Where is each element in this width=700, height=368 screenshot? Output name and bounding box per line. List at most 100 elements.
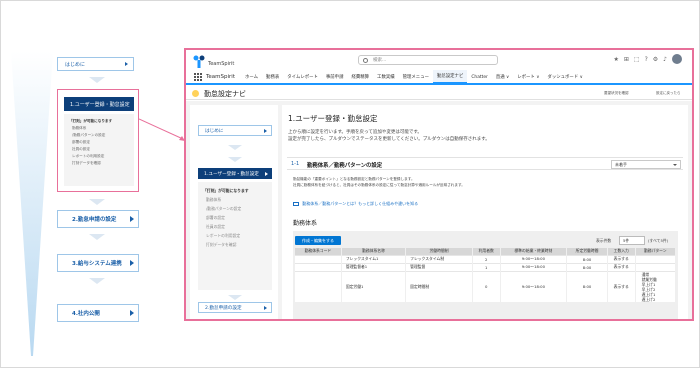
note-line: 社員に勤務体系を紐づけると、社員はその勤務体系の設定に従って勤怠計算や適用ルール…	[293, 183, 465, 187]
cell-name: フレックスタイム1	[341, 254, 407, 263]
help-link-text: 勤務体系／勤務パターンとは？もっと詳しく仕組みや違いを知る	[302, 201, 419, 206]
gear-icon[interactable]: ⚙	[653, 56, 658, 64]
nav-item-timereport[interactable]: タイムレポート	[283, 70, 322, 84]
status-select[interactable]: 未着手	[611, 160, 681, 169]
chevron-right-icon	[130, 310, 134, 316]
header-icons: ★ ⊞ ⬚ ? ⚙ ♪	[613, 54, 682, 64]
table-row[interactable]: 固定労働1 固定時間制 0 9:00～18:00 8:00 表示する 通常 就業…	[295, 270, 677, 302]
nav-item-workload[interactable]: 工数実績	[373, 70, 399, 84]
chevron-right-icon	[130, 260, 134, 266]
page-size-value: 5件	[623, 237, 630, 243]
cell-code	[295, 270, 342, 302]
table-title: 勤務体系	[293, 220, 318, 227]
left-step1-highlight: 1.ユーザー登録・勤怠設定 「打刻」が可能になります 勤務体系 /勤務パターンの…	[57, 89, 139, 192]
sidebar-item-step1[interactable]: 1.ユーザー登録・勤怠設定	[198, 168, 272, 179]
add-icon[interactable]: ⊞	[624, 56, 629, 64]
cell-code	[295, 262, 342, 271]
left-sub-item: /勤務パターンの設定	[72, 133, 106, 137]
header-link-back[interactable]: 設定に戻ったら	[656, 91, 681, 96]
sidebar-sublist: 「打刻」が可能になります 勤務体系 /勤務パターンの設定 部署の設定 社員の設定…	[198, 182, 272, 290]
left-step-intro-label: はじめに	[65, 61, 86, 68]
left-step2[interactable]: 2.勤怠申請の設定	[57, 210, 139, 228]
page-header: 勤怠設定ナビ 要望状況を確認 設定に戻ったら	[186, 87, 692, 100]
global-header: 検索... ★ ⊞ ⬚ ? ⚙ ♪	[186, 50, 692, 71]
left-step4[interactable]: 4.社内公開	[57, 304, 139, 322]
help-link[interactable]: 勤務体系／勤務パターンとは？もっと詳しく仕組みや違いを知る	[293, 201, 418, 207]
setup-assistant-icon[interactable]: ⬚	[634, 56, 640, 64]
col-system: 労働時間制	[405, 248, 473, 255]
cell-hours: 8:00	[566, 262, 608, 271]
left-step4-label: 4.社内公開	[72, 311, 100, 317]
avatar[interactable]	[672, 54, 682, 64]
page-count: (すべて5件)	[648, 238, 669, 243]
nav-item-timesheet[interactable]: 勤務表	[262, 70, 283, 84]
nav-item-direct[interactable]: 直通 ∨	[492, 70, 513, 84]
table-panel: 作成・編集をする 表示件数 5件 (すべて5件) 勤務体系コード 勤務体系名称 …	[293, 231, 678, 319]
content-heading: 1.ユーザー登録・勤怠設定	[288, 114, 378, 123]
cell-time: 9:00～18:00	[500, 254, 568, 263]
nav-item-admin[interactable]: 管理メニュー	[399, 70, 433, 84]
search-placeholder: 検索...	[373, 58, 387, 63]
down-arrow-icon	[89, 234, 105, 240]
cell-system: 管理監督	[405, 262, 473, 271]
page-title: 勤怠設定ナビ	[204, 90, 246, 98]
content-desc: 設定が完了したら、プルダウンでステータスを更新してください。プルダウンは自動保存…	[288, 137, 490, 142]
table-row[interactable]: フレックスタイム1 フレックスタイム制 2 9:00～18:00 8:00 表示…	[295, 254, 677, 263]
nav-item-attendance-navi[interactable]: 勤怠設定ナビ	[432, 70, 468, 84]
favorites-icon[interactable]: ★	[613, 56, 618, 64]
canvas: はじめに 1.ユーザー登録・勤怠設定 「打刻」が可能になります 勤務体系 /勤務…	[0, 0, 700, 368]
nav-item-preapply[interactable]: 事前申請	[322, 70, 348, 84]
sidebar-item-label: 2.勤怠申請の設定	[205, 305, 242, 311]
sidebar-item-intro[interactable]: はじめに	[198, 125, 272, 136]
sidebar-sub-item[interactable]: レポートの利用設定	[203, 231, 267, 240]
left-step3-label: 3.給与システム連携	[72, 261, 122, 267]
header-link-status[interactable]: 要望状況を確認	[604, 91, 629, 96]
main-content: 1.ユーザー登録・勤怠設定 上から順に設定を行います。手順を戻って追加や変更は可…	[282, 105, 688, 319]
nav-item-home[interactable]: ホーム	[241, 70, 262, 84]
navi-sidebar: はじめに 1.ユーザー登録・勤怠設定 「打刻」が可能になります 勤務体系 /勤務…	[190, 105, 278, 319]
cell-time: 9:00～18:00	[500, 262, 568, 271]
cell-name: 固定労働1	[341, 270, 407, 302]
app-launcher-icon[interactable]	[194, 73, 202, 81]
sidebar-sub-item[interactable]: /勤務パターンの設定	[203, 204, 267, 213]
left-step2-label: 2.勤怠申請の設定	[72, 217, 117, 223]
work-system-table: 勤務体系コード 勤務体系名称 労働時間制 利用者数 標準の始業・終業時刻 所定労…	[295, 248, 677, 302]
sidebar-sub-item[interactable]: 打刻データを確認	[203, 240, 267, 249]
page-body: はじめに 1.ユーザー登録・勤怠設定 「打刻」が可能になります 勤務体系 /勤務…	[186, 101, 692, 319]
col-input: 工数入力	[607, 248, 636, 255]
help-icon[interactable]: ?	[645, 56, 648, 64]
left-sub-head: 「打刻」が可能になります	[69, 119, 113, 123]
page-size-label: 表示件数	[596, 238, 612, 243]
down-arrow-icon	[228, 295, 242, 300]
down-arrow-icon	[89, 278, 105, 284]
nav-item-reports[interactable]: レポート ∨	[513, 70, 543, 84]
nav-item-chatter[interactable]: Chatter	[467, 70, 492, 84]
search-icon	[363, 58, 368, 63]
sidebar-item-step2[interactable]: 2.勤怠申請の設定	[198, 302, 272, 313]
table-row[interactable]: 管理監督者1 管理監督 1 9:00～18:00 8:00 表示する	[295, 262, 677, 271]
content-desc: 上から順に設定を行います。手順を戻って追加や変更は可能です。	[288, 130, 422, 135]
create-edit-button[interactable]: 作成・編集をする	[295, 236, 341, 245]
cell-time: 9:00～18:00	[500, 270, 568, 302]
sidebar-sub-item[interactable]: 勤務体系	[203, 195, 267, 204]
cell-hours: 8:00	[566, 254, 608, 263]
col-hours: 所定労働時間	[566, 248, 608, 255]
nav-item-expense[interactable]: 経費精算	[347, 70, 373, 84]
bell-icon[interactable]: ♪	[663, 56, 667, 64]
left-sub-item: 社員の設定	[72, 147, 90, 151]
search-input[interactable]: 検索...	[358, 55, 498, 65]
cell-hours: 8:00	[566, 270, 608, 302]
funnel-graphic	[11, 51, 53, 356]
left-step3[interactable]: 3.給与システム連携	[57, 254, 139, 272]
sidebar-sub-item[interactable]: 部署の設定	[203, 213, 267, 222]
nav-item-dashboard[interactable]: ダッシュボード ∨	[543, 70, 586, 84]
navi-icon	[192, 90, 199, 97]
cell-system: フレックスタイム制	[405, 254, 473, 263]
left-step-intro[interactable]: はじめに	[57, 57, 134, 71]
down-arrow-icon	[89, 77, 105, 83]
sidebar-sub-item[interactable]: 社員の設定	[203, 222, 267, 231]
down-arrow-icon	[228, 157, 242, 162]
col-name: 勤務体系名称	[341, 248, 407, 255]
page-size-select[interactable]: 5件	[619, 236, 645, 245]
left-step1-header[interactable]: 1.ユーザー登録・勤怠設定	[64, 97, 134, 111]
